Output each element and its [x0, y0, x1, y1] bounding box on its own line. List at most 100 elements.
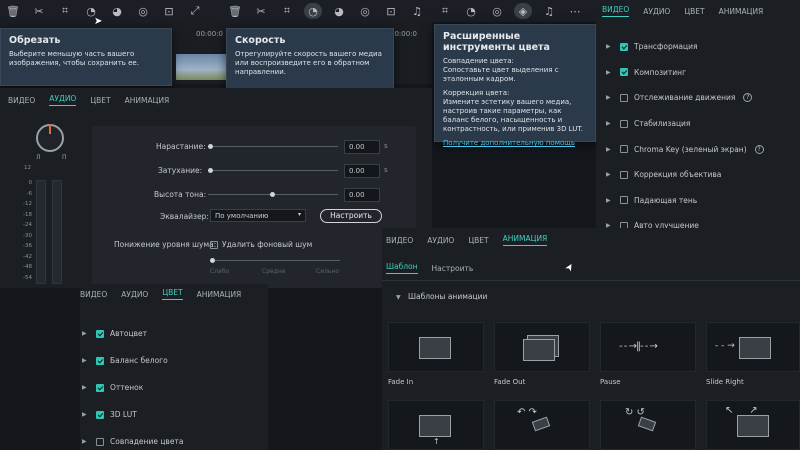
section-toggle-icon[interactable]: ▼ — [396, 294, 401, 301]
tab-animation[interactable]: АНИМАЦИЯ — [125, 96, 170, 105]
expand-arrow-icon[interactable]: ▶ — [606, 120, 620, 127]
anim-tile-slide-right[interactable]: - - → — [706, 322, 800, 372]
video-option-item[interactable]: ▶ Стабилизация — [606, 111, 796, 137]
video-option-item[interactable]: ▶ Отслеживание движения? — [606, 85, 796, 111]
tab-color[interactable]: ЦВЕТ — [162, 288, 183, 300]
fade-out-slider[interactable] — [208, 168, 338, 173]
video-option-checkbox[interactable] — [620, 145, 628, 154]
expand-arrow-icon[interactable]: ▶ — [82, 384, 96, 391]
expand-arrow-icon[interactable]: ▶ — [606, 43, 620, 50]
color-option-checkbox[interactable] — [96, 410, 104, 419]
video-option-checkbox[interactable] — [620, 119, 628, 128]
expand-arrow-icon[interactable]: ▶ — [606, 94, 620, 101]
color-option-item[interactable]: ▶ Оттенок — [82, 374, 262, 401]
color-icon[interactable]: ◕ — [326, 0, 352, 22]
motion-icon[interactable]: ◎ — [484, 0, 510, 22]
color-option-checkbox[interactable] — [96, 329, 104, 338]
tab-audio[interactable]: АУДИО — [427, 236, 454, 245]
video-option-item[interactable]: ▶ Композитинг — [606, 60, 796, 86]
anim-tile-fade-in[interactable] — [388, 322, 484, 372]
expand-arrow-icon[interactable]: ▶ — [606, 69, 620, 76]
stabilize-icon[interactable]: ⊡ — [378, 0, 404, 22]
tab-color[interactable]: ЦВЕТ — [90, 96, 110, 105]
subtab-template[interactable]: Шаблон — [386, 262, 418, 274]
tab-color[interactable]: ЦВЕТ — [468, 236, 488, 245]
video-option-item[interactable]: ▶ Трансформация — [606, 34, 796, 60]
expand-arrow-icon[interactable]: ▶ — [606, 171, 620, 178]
expand-arrow-icon[interactable]: ▶ — [82, 330, 96, 337]
anim-tile-rotate[interactable]: ↶ ↷ — [494, 400, 590, 450]
video-option-checkbox[interactable] — [620, 42, 628, 51]
video-option-checkbox[interactable] — [620, 196, 628, 205]
tab-video[interactable]: ВИДЕО — [8, 96, 35, 105]
cut-icon[interactable]: ✂ — [248, 0, 274, 22]
delete-icon[interactable]: 🗑 — [222, 0, 248, 22]
anim-tile-rotate-2[interactable]: ↻ ↺ — [600, 400, 696, 450]
help-icon[interactable]: ? — [743, 93, 753, 103]
cut-icon[interactable]: ✂ — [26, 0, 52, 22]
expand-arrow-icon[interactable]: ▶ — [82, 357, 96, 364]
help-link[interactable]: Получите дополнительную помощь — [443, 139, 587, 148]
tab-animation[interactable]: АНИМАЦИЯ — [197, 290, 242, 299]
pan-knob[interactable] — [36, 124, 64, 152]
fade-out-value[interactable]: 0.00 — [344, 164, 380, 178]
crop-icon[interactable]: ⌗ — [274, 0, 300, 22]
expand-arrow-icon[interactable]: ▶ — [82, 438, 96, 445]
video-option-checkbox[interactable] — [620, 93, 628, 102]
video-option-checkbox[interactable] — [620, 68, 628, 77]
crop-icon[interactable]: ⌗ — [52, 0, 78, 22]
motion-icon[interactable]: ◎ — [352, 0, 378, 22]
fullscreen-icon[interactable]: ⤢ — [182, 0, 208, 22]
anim-tile-pause[interactable]: - - →‖- - → — [600, 322, 696, 372]
color-option-checkbox[interactable] — [96, 356, 104, 365]
speed-icon[interactable]: ◔ — [458, 0, 484, 22]
pitch-slider[interactable] — [208, 192, 338, 197]
color-tools-icon[interactable]: ◈ — [514, 3, 532, 19]
audio-icon[interactable]: ♫ — [404, 0, 430, 22]
video-option-item[interactable]: ▶ Chroma Key (зеленый экран)? — [606, 136, 796, 162]
video-option-item[interactable]: ▶ Коррекция объектива — [606, 162, 796, 188]
color-option-checkbox[interactable] — [96, 383, 104, 392]
tab-audio[interactable]: АУДИО — [49, 94, 77, 106]
expand-arrow-icon[interactable]: ▶ — [606, 197, 620, 204]
anim-tile-zoom[interactable]: ↖ ↗ — [706, 400, 800, 450]
video-option-item[interactable]: ▶ Падающая тень — [606, 188, 796, 214]
delete-icon[interactable]: 🗑 — [0, 0, 26, 22]
speed-icon[interactable]: ◔ — [304, 3, 322, 19]
tab-audio[interactable]: АУДИО — [643, 7, 670, 16]
color-option-item[interactable]: ▶ Баланс белого — [82, 347, 262, 374]
noise-checkbox[interactable] — [210, 241, 218, 249]
tab-animation[interactable]: АНИМАЦИЯ — [719, 7, 764, 16]
stabilize-icon[interactable]: ⊡ — [156, 0, 182, 22]
tooltip-title: Расширенные инструменты цвета — [443, 31, 550, 53]
audio-icon[interactable]: ♫ — [536, 0, 562, 22]
more-icon[interactable]: ⋯ — [562, 0, 588, 22]
video-option-checkbox[interactable] — [620, 170, 628, 179]
color-option-checkbox[interactable] — [96, 437, 104, 446]
equalizer-select[interactable]: По умолчанию ▾ — [210, 209, 306, 222]
help-icon[interactable]: ? — [754, 144, 764, 154]
anim-tile-slide-up[interactable]: ↑ — [388, 400, 484, 450]
equalizer-configure-button[interactable]: Настроить — [320, 209, 382, 223]
fade-in-slider[interactable] — [208, 144, 338, 149]
tab-video[interactable]: ВИДЕО — [80, 290, 107, 299]
tab-video[interactable]: ВИДЕО — [386, 236, 413, 245]
tab-video[interactable]: ВИДЕО — [602, 5, 630, 17]
color-icon[interactable]: ◕ — [104, 0, 130, 22]
expand-arrow-icon[interactable]: ▶ — [82, 411, 96, 418]
tab-audio[interactable]: АУДИО — [121, 290, 148, 299]
timeline-clip[interactable] — [176, 54, 230, 80]
anim-tile-fade-out[interactable] — [494, 322, 590, 372]
crop-icon[interactable]: ⌗ — [432, 0, 458, 22]
expand-arrow-icon[interactable]: ▶ — [606, 146, 620, 153]
subtab-customize[interactable]: Настроить — [432, 264, 474, 273]
noise-slider[interactable] — [210, 258, 340, 263]
color-option-item[interactable]: ▶ 3D LUT — [82, 401, 262, 428]
tab-color[interactable]: ЦВЕТ — [684, 7, 704, 16]
pitch-value[interactable]: 0.00 — [344, 188, 380, 202]
motion-icon[interactable]: ◎ — [130, 0, 156, 22]
tab-animation[interactable]: АНИМАЦИЯ — [502, 234, 548, 246]
color-option-item[interactable]: ▶ Совпадение цвета — [82, 428, 262, 450]
color-option-item[interactable]: ▶ Автоцвет — [82, 320, 262, 347]
fade-in-value[interactable]: 0.00 — [344, 140, 380, 154]
